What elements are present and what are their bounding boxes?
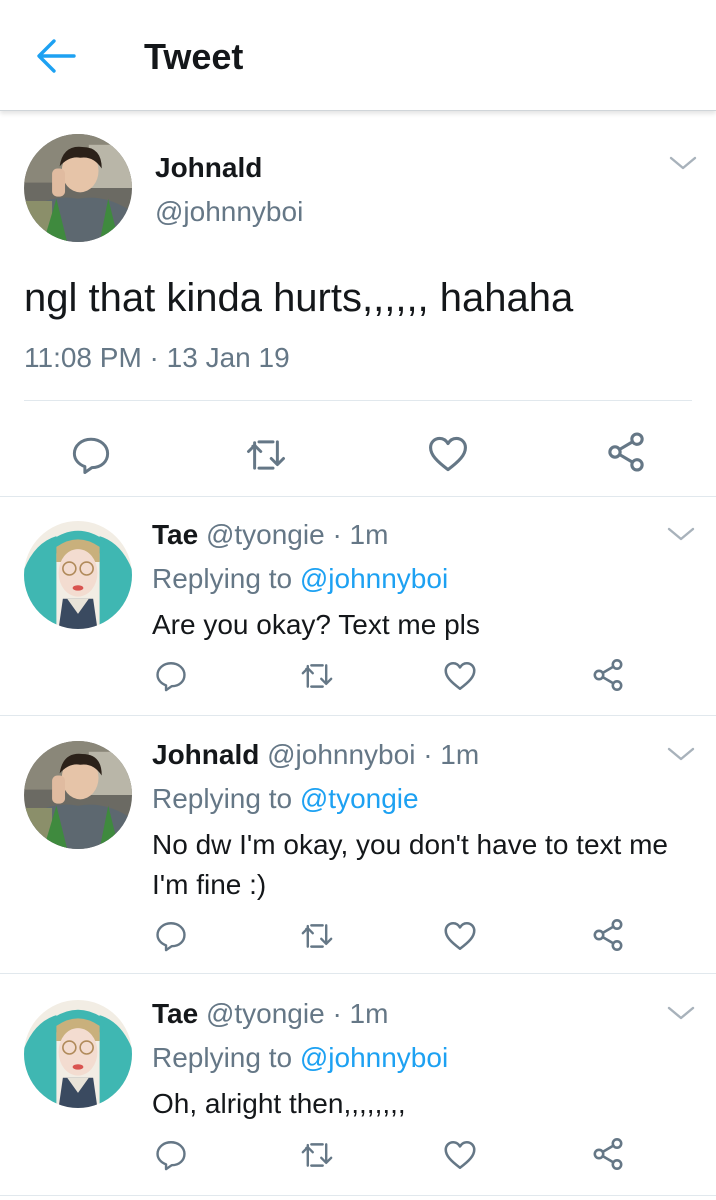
divider [24, 400, 692, 401]
tweet-text: Oh, alright then,,,,,,,, [152, 1088, 406, 1119]
retweet-icon [301, 664, 333, 688]
author-handle-time[interactable]: @johnnyboi · 1m [267, 739, 479, 770]
tweet-text: No dw I'm okay, you don't have to text m… [152, 829, 668, 900]
replying-to-link[interactable]: @johnnyboi [300, 563, 448, 594]
tweet-text: Are you okay? Text me pls [152, 609, 480, 640]
back-button[interactable] [34, 36, 78, 76]
page-title: Tweet [144, 36, 244, 77]
share-button[interactable] [590, 657, 626, 693]
like-icon [444, 661, 476, 691]
like-button[interactable] [442, 1137, 478, 1173]
share-button[interactable] [590, 1136, 626, 1172]
retweet-button[interactable] [299, 919, 335, 953]
avatar[interactable] [24, 1000, 132, 1108]
more-options-button[interactable] [666, 1004, 696, 1024]
author-name[interactable]: Tae [152, 998, 198, 1029]
main-tweet: Johnald @johnnyboi ngl that kinda hurts,… [0, 112, 716, 497]
share-icon [593, 919, 623, 951]
reply-icon [72, 437, 110, 474]
top-app-bar: Tweet [0, 0, 716, 111]
like-icon [444, 1140, 476, 1170]
tweet-text: ngl that kinda hurts,,,,,, hahaha [24, 276, 574, 320]
retweet-icon [301, 924, 333, 948]
retweet-button[interactable] [299, 1138, 335, 1172]
avatar[interactable] [24, 741, 132, 849]
author-name[interactable]: Tae [152, 519, 198, 550]
replying-to: Replying to @johnnyboi [152, 1042, 449, 1073]
avatar[interactable] [24, 521, 132, 629]
reply-tweet[interactable]: Johnald @johnnyboi · 1m Replying to @tyo… [0, 717, 716, 974]
retweet-icon [247, 440, 285, 470]
more-options-button[interactable] [666, 745, 696, 765]
author-name[interactable]: Johnald [155, 152, 262, 184]
like-icon [444, 921, 476, 951]
reply-icon [156, 922, 186, 952]
replying-to-link[interactable]: @johnnyboi [300, 1042, 448, 1073]
retweet-button[interactable] [243, 434, 289, 476]
reply-button[interactable] [70, 434, 112, 476]
arrow-left-icon [37, 39, 76, 73]
like-button[interactable] [426, 432, 470, 476]
share-icon [593, 659, 623, 691]
chevron-down-icon [667, 747, 695, 761]
chevron-down-icon [667, 527, 695, 541]
avatar[interactable] [24, 134, 132, 242]
share-icon [608, 432, 644, 472]
reply-tweet[interactable]: Tae @tyongie · 1m Replying to @johnnyboi… [0, 976, 716, 1196]
like-icon [429, 436, 467, 472]
share-icon [593, 1138, 623, 1170]
chevron-down-icon [667, 1006, 695, 1020]
retweet-button[interactable] [299, 659, 335, 693]
like-button[interactable] [442, 918, 478, 954]
share-button[interactable] [604, 430, 648, 474]
replying-to: Replying to @johnnyboi [152, 563, 449, 594]
reply-tweet[interactable]: Tae @tyongie · 1m Replying to @johnnyboi… [0, 497, 716, 716]
reply-button[interactable] [154, 659, 188, 693]
author-handle[interactable]: @johnnyboi [155, 196, 303, 228]
more-options-button[interactable] [668, 154, 698, 174]
like-button[interactable] [442, 658, 478, 694]
author-handle-time[interactable]: @tyongie · 1m [206, 519, 389, 550]
reply-button[interactable] [154, 1138, 188, 1172]
author-name[interactable]: Johnald [152, 739, 259, 770]
author-handle-time[interactable]: @tyongie · 1m [206, 998, 389, 1029]
chevron-down-icon [669, 156, 697, 170]
replying-to: Replying to @tyongie [152, 783, 419, 814]
retweet-icon [301, 1143, 333, 1167]
reply-button[interactable] [154, 919, 188, 953]
reply-icon [156, 662, 186, 692]
tweet-timestamp: 11:08 PM · 13 Jan 19 [24, 342, 290, 373]
share-button[interactable] [590, 917, 626, 953]
replying-to-link[interactable]: @tyongie [300, 783, 419, 814]
reply-icon [156, 1141, 186, 1171]
more-options-button[interactable] [666, 525, 696, 545]
